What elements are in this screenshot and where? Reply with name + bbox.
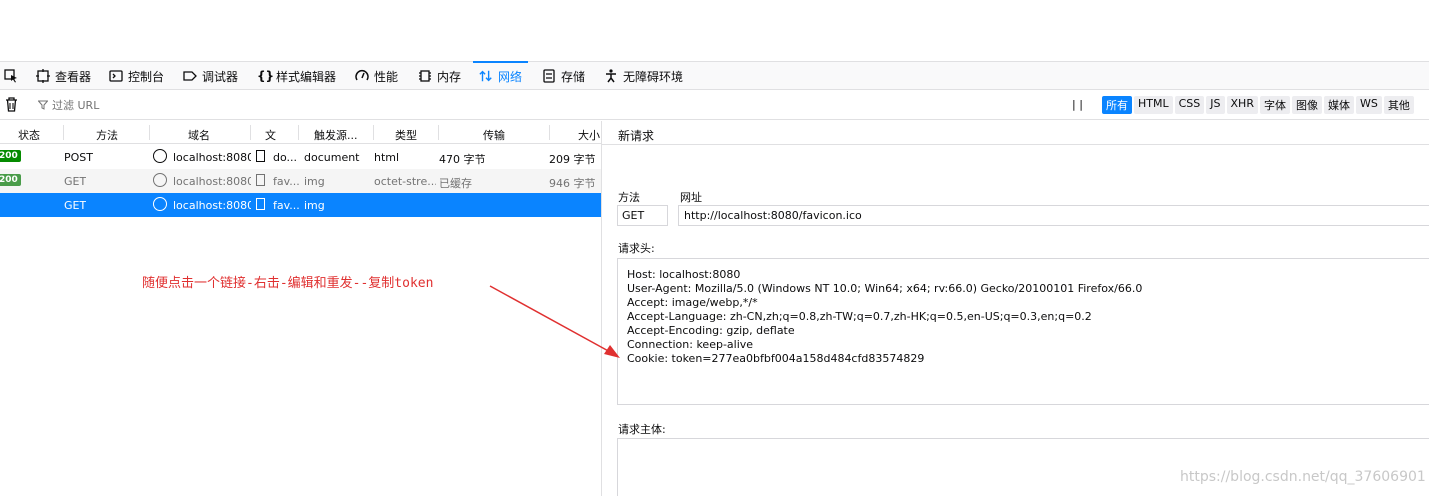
annotation-arrow [489,285,620,358]
watermark: https://blog.csdn.net/qq_37606901 [1180,469,1426,485]
